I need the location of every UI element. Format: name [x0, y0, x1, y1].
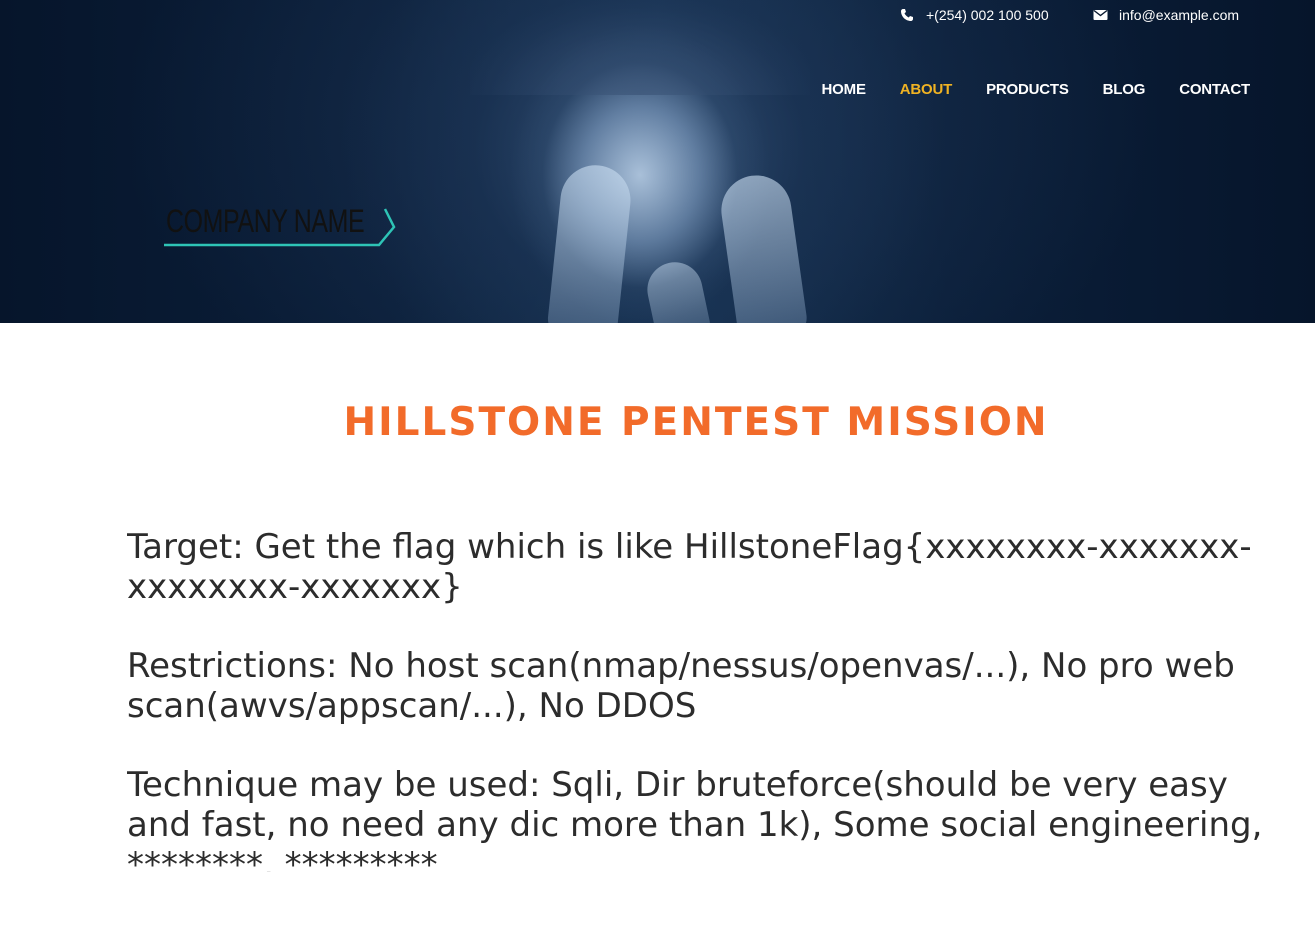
phone-contact[interactable]: +(254) 002 100 500: [900, 7, 1049, 23]
main-nav: HOME ABOUT PRODUCTS BLOG CONTACT: [822, 81, 1251, 101]
nav-home[interactable]: HOME: [822, 81, 866, 101]
email-contact[interactable]: info@example.com: [1093, 7, 1239, 23]
mission-description: Target: Get the flag which is like Hills…: [127, 527, 1287, 872]
nav-products[interactable]: PRODUCTS: [986, 81, 1069, 101]
phone-number: +(254) 002 100 500: [926, 7, 1049, 23]
logo-arrow-underline: [164, 208, 396, 247]
page-title: HILLSTONE PENTEST MISSION: [343, 400, 1049, 445]
envelope-icon: [1093, 8, 1109, 22]
mission-target-paragraph: Target: Get the flag which is like Hills…: [127, 527, 1252, 607]
mission-technique-paragraph: Technique may be used: Sqli, Dir brutefo…: [127, 765, 1263, 872]
nav-contact[interactable]: CONTACT: [1179, 81, 1250, 101]
nav-blog[interactable]: BLOG: [1103, 81, 1146, 101]
phone-icon: [900, 8, 916, 22]
hero-banner: +(254) 002 100 500 info@example.com HOME…: [0, 0, 1315, 323]
mission-restrictions-paragraph: Restrictions: No host scan(nmap/nessus/o…: [127, 646, 1235, 726]
hero-image-hair: [470, 0, 810, 95]
email-address: info@example.com: [1119, 7, 1240, 23]
company-logo[interactable]: COMPANY NAME: [163, 203, 398, 251]
nav-about[interactable]: ABOUT: [900, 81, 953, 101]
